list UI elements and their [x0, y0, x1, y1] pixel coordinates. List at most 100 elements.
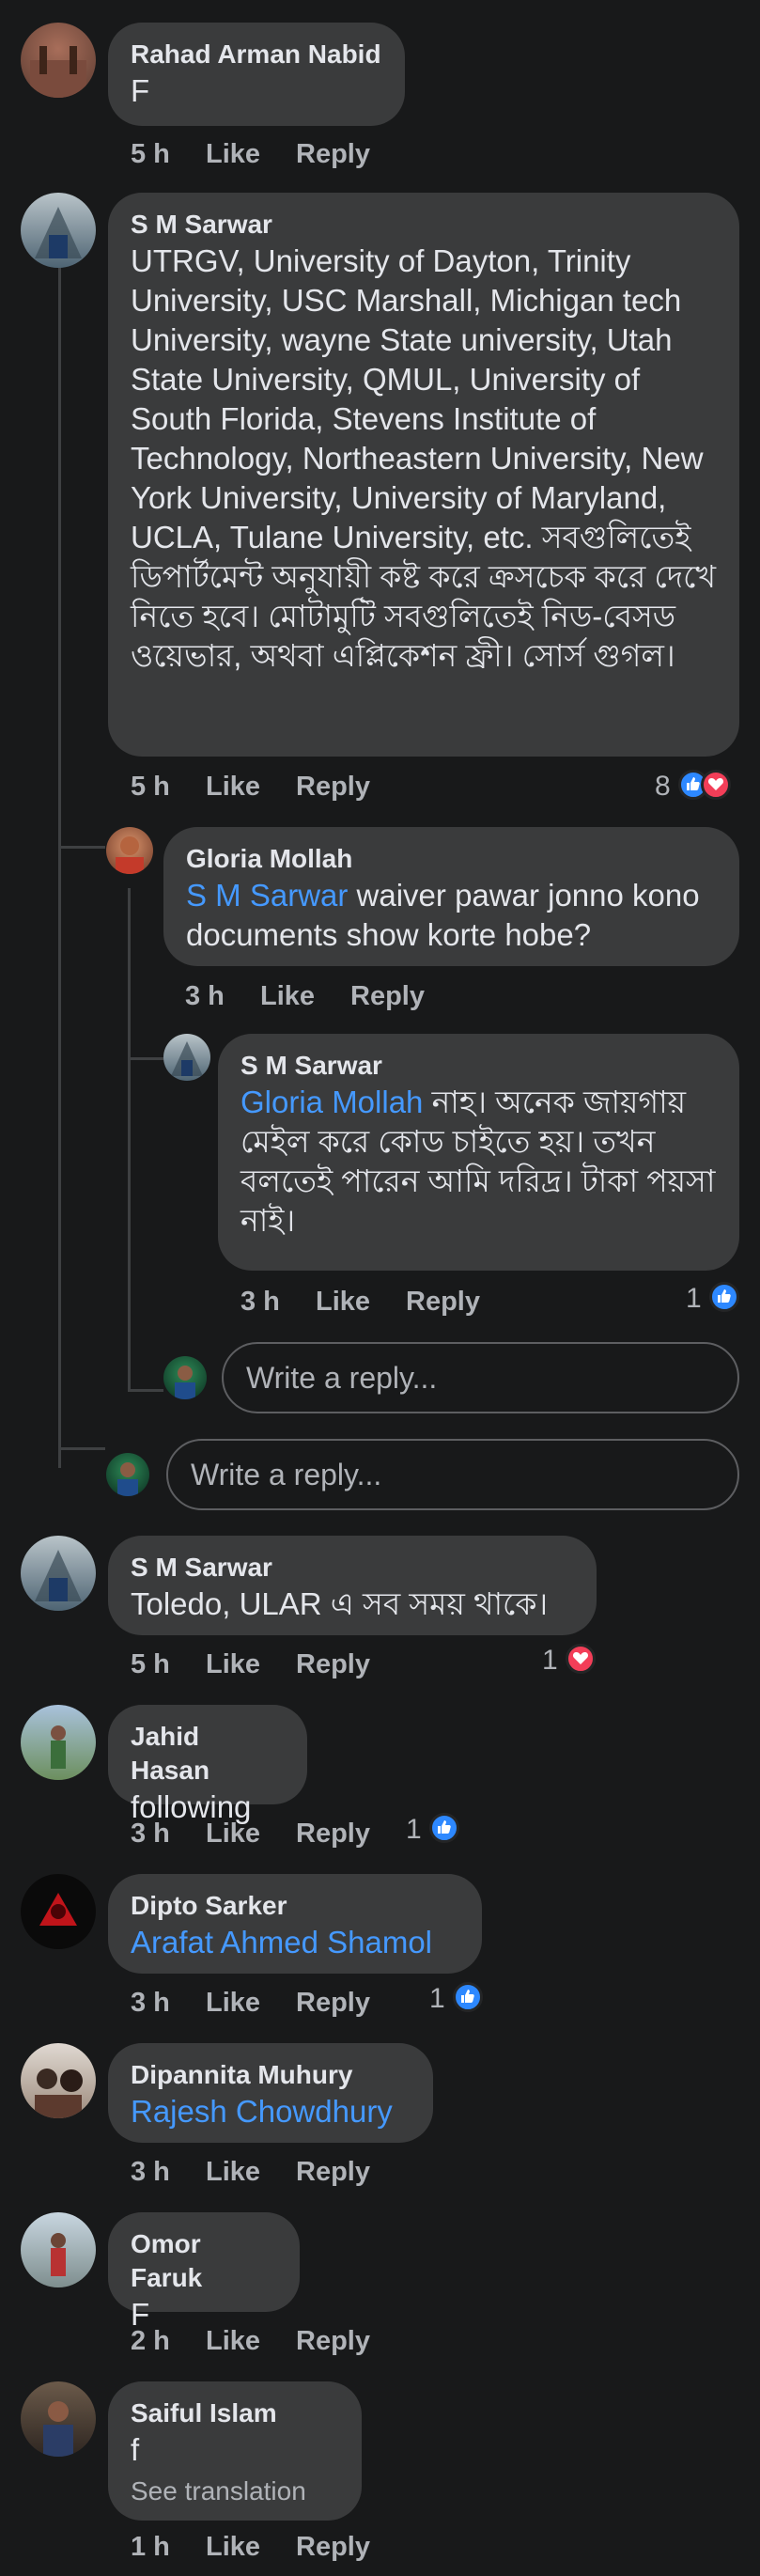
like-button[interactable]: Like: [206, 2322, 260, 2360]
avatar[interactable]: [21, 2043, 96, 2118]
commenter-name[interactable]: S M Sarwar: [131, 1551, 574, 1585]
thread-line-nested: [128, 888, 131, 1391]
avatar[interactable]: [106, 827, 153, 874]
reply-button[interactable]: Reply: [296, 2322, 370, 2360]
like-button[interactable]: Like: [206, 768, 260, 805]
reaction-summary[interactable]: 8: [655, 768, 732, 805]
like-button[interactable]: Like: [206, 1646, 260, 1683]
thread-line-main: [58, 246, 61, 1468]
like-icon: [709, 1282, 740, 1313]
reply-bubble: Gloria Mollah S M Sarwar waiver pawar jo…: [163, 827, 739, 966]
comment-actions: 5 h Like Reply: [131, 135, 412, 173]
comment-bubble: Omor Faruk F: [108, 2212, 300, 2332]
love-icon: [701, 770, 732, 801]
profile-photo-icon: [30, 46, 86, 98]
mention-link[interactable]: Arafat Ahmed Shamol: [131, 1923, 459, 1962]
reaction-summary[interactable]: 1: [429, 1980, 484, 2018]
thread-line-nested-branch2: [128, 1389, 163, 1392]
comment-bubble: Dipto Sarker Arafat Ahmed Shamol: [108, 1874, 482, 1974]
avatar[interactable]: [21, 23, 96, 98]
reply-input[interactable]: Write a reply...: [222, 1342, 739, 1413]
commenter-name[interactable]: Saiful Islam: [131, 2396, 339, 2430]
comment-time[interactable]: 3 h: [131, 1984, 170, 2022]
avatar[interactable]: [21, 2381, 96, 2457]
comment-actions: 2 h Like Reply: [131, 2322, 412, 2360]
comment-time[interactable]: 5 h: [131, 135, 170, 173]
reply-button[interactable]: Reply: [296, 2153, 370, 2191]
thread-line-nested-branch1: [128, 1057, 163, 1060]
like-button[interactable]: Like: [206, 135, 260, 173]
avatar[interactable]: [21, 1536, 96, 1611]
reaction-summary[interactable]: 1: [406, 1811, 460, 1849]
reply-button[interactable]: Reply: [296, 768, 370, 805]
comment-bubble: Dipannita Muhury Rajesh Chowdhury: [108, 2043, 433, 2143]
profile-photo-icon: [39, 1893, 77, 1926]
like-button[interactable]: Like: [206, 1815, 260, 1852]
like-button[interactable]: Like: [206, 1984, 260, 2022]
reply-button[interactable]: Reply: [296, 1646, 370, 1683]
comment-time[interactable]: 1 h: [131, 2528, 170, 2566]
commenter-name[interactable]: Rahad Arman Nabid: [131, 38, 382, 71]
reply-button[interactable]: Reply: [296, 1984, 370, 2022]
mention-link[interactable]: Gloria Mollah: [240, 1085, 423, 1119]
comment-time[interactable]: 5 h: [131, 768, 170, 805]
reaction-summary[interactable]: 1: [686, 1280, 740, 1318]
reply-placeholder: Write a reply...: [246, 1361, 438, 1395]
comment-time[interactable]: 2 h: [131, 2322, 170, 2360]
like-button[interactable]: Like: [206, 2153, 260, 2191]
reply-button[interactable]: Reply: [296, 1815, 370, 1852]
comment-text: UTRGV, University of Dayton, Trinity Uni…: [131, 243, 717, 673]
comment-bubble: Rahad Arman Nabid F: [108, 23, 405, 126]
like-button[interactable]: Like: [206, 2528, 260, 2566]
profile-photo-icon: [35, 2069, 83, 2118]
reply-button[interactable]: Reply: [406, 1283, 480, 1320]
reply-input[interactable]: Write a reply...: [166, 1439, 739, 1510]
like-icon: [453, 1982, 484, 2013]
avatar[interactable]: [21, 1705, 96, 1780]
reaction-count: 1: [406, 1814, 422, 1845]
comment-actions: 5 h Like Reply: [131, 1646, 412, 1683]
comment-actions: 3 h Like Reply: [131, 1815, 412, 1852]
avatar[interactable]: [21, 1874, 96, 1949]
profile-photo-icon: [175, 1366, 195, 1399]
comment-text: f: [131, 2432, 140, 2467]
commenter-name[interactable]: Omor Faruk: [131, 2227, 277, 2295]
comment-text: F: [131, 73, 150, 108]
commenter-name[interactable]: Dipto Sarker: [131, 1889, 459, 1923]
thread-line-main-branch: [58, 846, 105, 849]
commenter-name[interactable]: Gloria Mollah: [186, 842, 717, 876]
comment-time[interactable]: 3 h: [131, 2153, 170, 2191]
comment-time[interactable]: 3 h: [185, 977, 225, 1015]
profile-photo-icon: [117, 1462, 138, 1496]
mention-link[interactable]: Rajesh Chowdhury: [131, 2092, 411, 2131]
comment-text: S M Sarwar waiver pawar jonno kono docum…: [186, 876, 717, 955]
like-button[interactable]: Like: [260, 977, 315, 1015]
comment-time[interactable]: 3 h: [240, 1283, 280, 1320]
reaction-summary[interactable]: 1: [542, 1642, 597, 1679]
reply-button[interactable]: Reply: [350, 977, 425, 1015]
avatar[interactable]: [163, 1034, 210, 1081]
reaction-count: 1: [542, 1645, 558, 1676]
comment-time[interactable]: 5 h: [131, 1646, 170, 1683]
my-avatar: [163, 1356, 207, 1399]
see-translation-link[interactable]: See translation: [131, 2474, 339, 2509]
commenter-name[interactable]: Dipannita Muhury: [131, 2058, 411, 2092]
commenter-name[interactable]: S M Sarwar: [131, 208, 717, 242]
avatar[interactable]: [21, 193, 96, 268]
reply-placeholder: Write a reply...: [191, 1458, 382, 1491]
profile-photo-icon: [171, 1041, 203, 1076]
like-button[interactable]: Like: [316, 1283, 370, 1320]
reaction-count: 1: [686, 1283, 702, 1314]
reaction-count: 8: [655, 771, 671, 802]
profile-photo-icon: [35, 1550, 82, 1601]
comment-time[interactable]: 3 h: [131, 1815, 170, 1852]
reply-button[interactable]: Reply: [296, 135, 370, 173]
comment-bubble: S M Sarwar UTRGV, University of Dayton, …: [108, 193, 739, 757]
commenter-name[interactable]: S M Sarwar: [240, 1049, 717, 1083]
commenter-name[interactable]: Jahid Hasan: [131, 1720, 285, 1788]
avatar[interactable]: [21, 2212, 96, 2287]
mention-link[interactable]: S M Sarwar: [186, 878, 348, 913]
profile-photo-icon: [35, 207, 82, 258]
like-icon: [429, 1813, 460, 1844]
reply-button[interactable]: Reply: [296, 2528, 370, 2566]
